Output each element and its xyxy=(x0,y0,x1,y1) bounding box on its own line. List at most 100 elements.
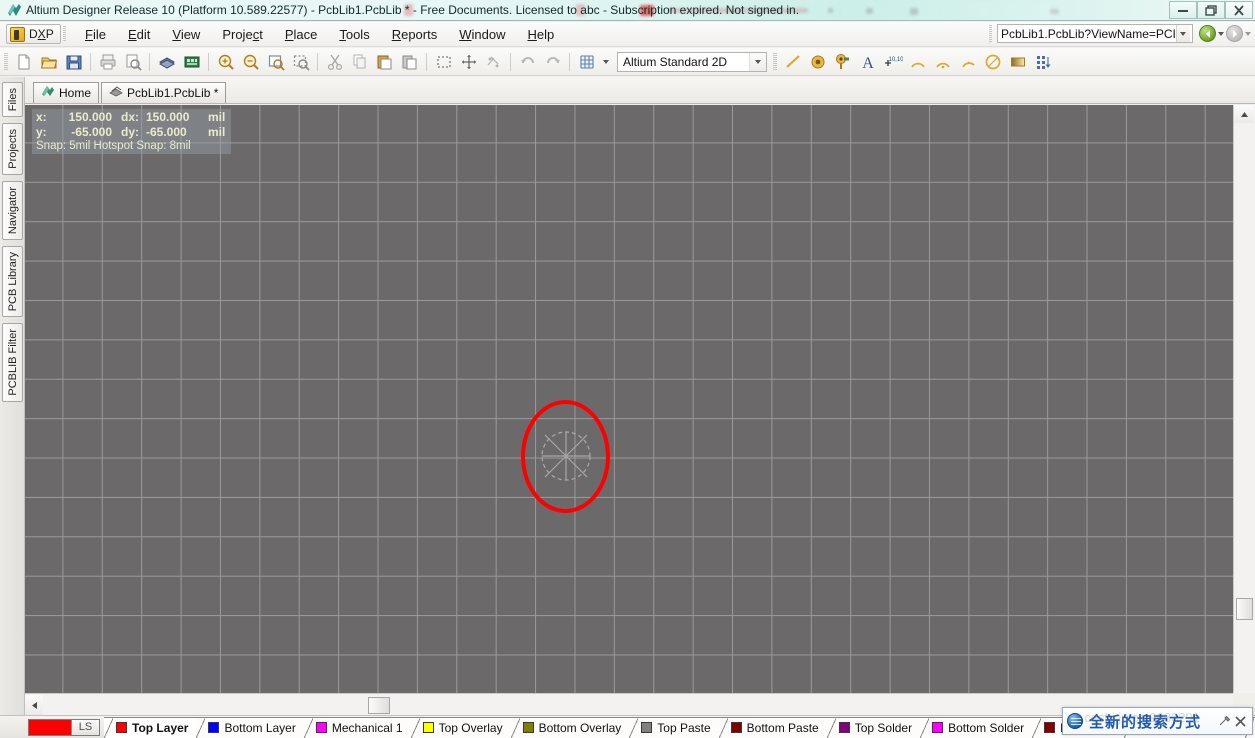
place-arc-edge-icon[interactable] xyxy=(930,50,955,74)
coordinate-row-y: y: -65.000 dy: -65.000 mil xyxy=(32,124,231,139)
grid-icon[interactable] xyxy=(574,50,599,74)
forward-arrow-icon[interactable] xyxy=(1226,25,1243,42)
menu-item-view[interactable]: View xyxy=(161,24,211,45)
paste-special-icon[interactable] xyxy=(397,50,422,74)
zoom-document-icon[interactable] xyxy=(263,50,288,74)
place-arc-any-angle-icon[interactable] xyxy=(955,50,980,74)
menu-items: File Edit View Project Place Tools Repor… xyxy=(74,24,565,45)
component-wizard-icon[interactable] xyxy=(1030,50,1055,74)
layer-tab-label: Bottom Solder xyxy=(948,720,1025,735)
layer-tab-bottom-layer[interactable]: Bottom Layer xyxy=(196,716,304,738)
tab-pcblib1[interactable]: PcbLib1.PcbLib * xyxy=(101,82,227,103)
pcb-canvas-grid[interactable]: x: 150.000 dx: 150.000 mil y: -65.000 dy… xyxy=(25,105,1233,693)
grid-dropdown-icon[interactable] xyxy=(599,50,613,74)
forward-history-chevron-icon[interactable] xyxy=(1245,31,1251,36)
layer-color-swatch xyxy=(116,722,127,733)
new-document-icon[interactable] xyxy=(11,50,36,74)
dxp-menu-button[interactable]: DXP xyxy=(6,24,61,44)
layer-tab-bottom-paste[interactable]: Bottom Paste xyxy=(718,716,827,738)
toolbar-grip-2[interactable] xyxy=(773,52,777,71)
layer-sets-button[interactable]: LS xyxy=(28,718,100,736)
back-history-chevron-icon[interactable] xyxy=(1218,31,1224,36)
scroll-up-button[interactable] xyxy=(1234,105,1254,123)
zoom-in-icon[interactable] xyxy=(213,50,238,74)
place-arc-center-icon[interactable] xyxy=(905,50,930,74)
toolbar-separator-6 xyxy=(510,52,511,71)
open-document-icon[interactable] xyxy=(36,50,61,74)
place-line-icon[interactable] xyxy=(780,50,805,74)
menu-item-window[interactable]: Window xyxy=(448,24,516,45)
pcb-board-icon[interactable] xyxy=(154,50,179,74)
zoom-area-icon[interactable] xyxy=(288,50,313,74)
place-via-icon[interactable] xyxy=(830,50,855,74)
menu-item-help[interactable]: Help xyxy=(516,24,565,45)
close-button[interactable] xyxy=(1225,1,1253,19)
sidebar-item-projects[interactable]: Projects xyxy=(2,123,23,175)
settings-icon[interactable] xyxy=(1216,713,1232,729)
close-icon[interactable] xyxy=(1232,713,1248,729)
menu-item-project[interactable]: Project xyxy=(211,24,273,45)
save-document-icon[interactable] xyxy=(61,50,86,74)
sidebar-item-pcb-library[interactable]: PCB Library xyxy=(2,246,23,318)
menu-bar-grip[interactable] xyxy=(63,26,66,42)
title-artifact-dot-8 xyxy=(1050,9,1059,14)
layer-tab-label: Mechanical 1 xyxy=(331,720,403,735)
vertical-scroll-thumb[interactable] xyxy=(1236,598,1253,620)
menu-item-reports[interactable]: Reports xyxy=(381,24,449,45)
back-arrow-icon[interactable] xyxy=(1199,25,1216,42)
layer-tab-top-paste[interactable]: Top Paste xyxy=(629,716,719,738)
cut-icon[interactable] xyxy=(322,50,347,74)
place-fill-icon[interactable] xyxy=(1005,50,1030,74)
dxp-menu-label: DXP xyxy=(29,27,54,41)
clear-selection-icon[interactable] xyxy=(481,50,506,74)
chevron-down-icon[interactable] xyxy=(1175,25,1190,42)
select-area-icon[interactable] xyxy=(431,50,456,74)
maximize-restore-button[interactable] xyxy=(1197,1,1225,19)
address-toolbar-grip[interactable] xyxy=(989,25,992,42)
print-icon[interactable] xyxy=(95,50,120,74)
menu-item-place[interactable]: Place xyxy=(274,24,329,45)
toolbar-grip-1[interactable] xyxy=(4,52,8,71)
layer-tab-bottom-overlay[interactable]: Bottom Overlay xyxy=(510,716,630,738)
place-string-icon[interactable]: A xyxy=(855,50,880,74)
tab-home[interactable]: Home xyxy=(33,82,100,103)
zoom-out-icon[interactable] xyxy=(238,50,263,74)
paste-icon[interactable] xyxy=(372,50,397,74)
menu-item-edit[interactable]: Edit xyxy=(117,24,161,45)
minimize-button[interactable] xyxy=(1169,1,1197,19)
layer-tab-bottom-solder[interactable]: Bottom Solder xyxy=(920,716,1033,738)
coord-unit-y: mil xyxy=(208,124,226,139)
toolbar-separator-2 xyxy=(149,52,150,71)
chevron-down-icon[interactable] xyxy=(749,52,766,71)
sidebar-item-label: Navigator xyxy=(6,186,19,235)
place-full-circle-icon[interactable] xyxy=(980,50,1005,74)
sidebar-item-files[interactable]: Files xyxy=(2,82,23,118)
undo-icon[interactable] xyxy=(515,50,540,74)
move-icon[interactable] xyxy=(456,50,481,74)
search-promo-popup[interactable]: co.ceshi.ju.cn 9983291 全新的搜索方式 xyxy=(1062,707,1253,735)
layer-tab-top-layer[interactable]: Top Layer xyxy=(104,716,197,738)
layer-tab-top-solder[interactable]: Top Solder xyxy=(826,716,921,738)
menu-item-file[interactable]: File xyxy=(74,24,117,45)
horizontal-scroll-thumb[interactable] xyxy=(368,697,390,714)
place-pad-icon[interactable] xyxy=(805,50,830,74)
redo-icon[interactable] xyxy=(540,50,565,74)
address-input-value: PcbLib1.PcbLib?ViewName=PCI xyxy=(1001,26,1176,41)
pcb-canvas-area[interactable]: x: 150.000 dx: 150.000 mil y: -65.000 dy… xyxy=(25,105,1255,715)
scroll-left-button[interactable] xyxy=(25,695,43,715)
sidebar-item-navigator[interactable]: Navigator xyxy=(2,180,23,241)
sidebar-item-pcblib-filter[interactable]: PCBLIB Filter xyxy=(2,323,23,402)
svg-text:A: A xyxy=(862,55,874,71)
pcb-library-icon[interactable] xyxy=(179,50,204,74)
menu-item-tools[interactable]: Tools xyxy=(328,24,380,45)
horizontal-scrollbar[interactable] xyxy=(25,693,1233,715)
view-configuration-combo[interactable]: Altium Standard 2D xyxy=(617,51,767,72)
copy-icon[interactable] xyxy=(347,50,372,74)
vertical-scrollbar[interactable] xyxy=(1233,105,1255,715)
layer-tab-mechanical-1[interactable]: Mechanical 1 xyxy=(303,716,411,738)
print-preview-icon[interactable] xyxy=(120,50,145,74)
address-input[interactable]: PcbLib1.PcbLib?ViewName=PCI xyxy=(997,24,1193,43)
layer-tab-top-overlay[interactable]: Top Overlay xyxy=(410,716,511,738)
layer-color-swatch xyxy=(315,722,327,733)
place-coordinate-icon[interactable]: 10,10 xyxy=(880,50,905,74)
